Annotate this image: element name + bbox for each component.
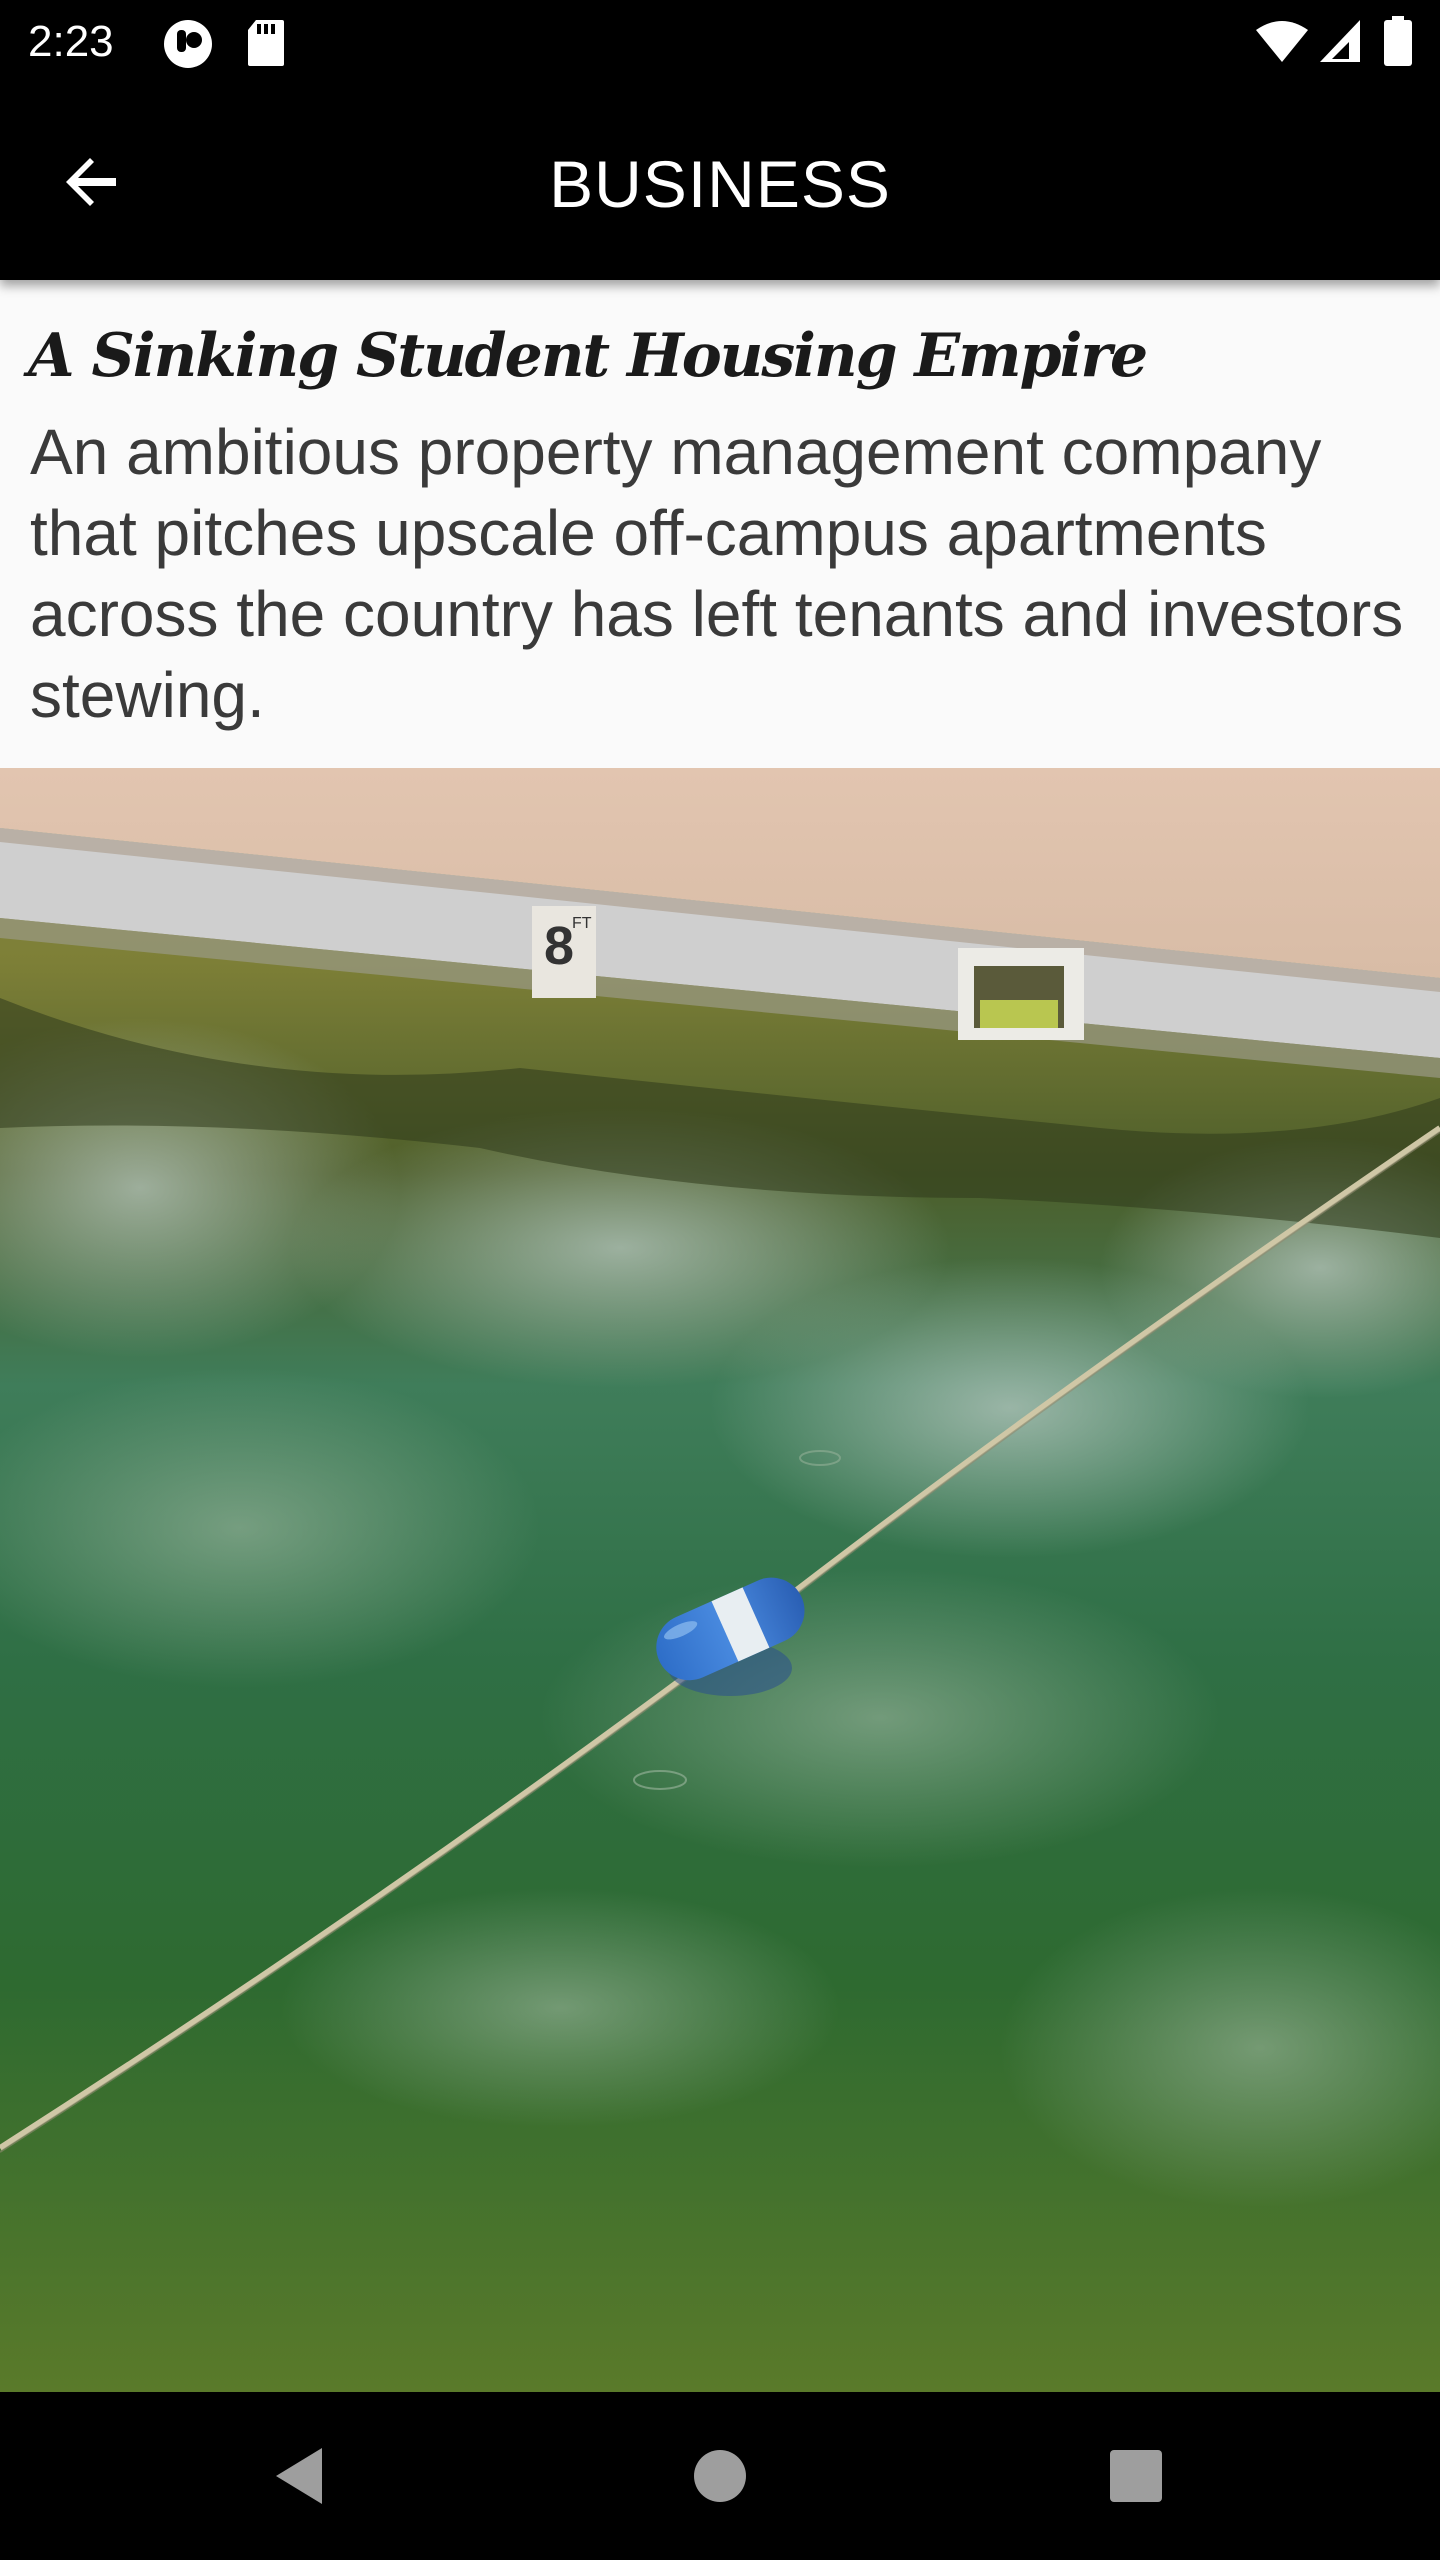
app-bar: BUSINESS	[0, 84, 1440, 280]
wifi-icon	[1256, 21, 1308, 62]
article-headline[interactable]: A Sinking Student Housing Empire	[28, 318, 1412, 394]
back-triangle-icon	[276, 2448, 322, 2504]
battery-icon	[1384, 16, 1412, 66]
depth-marker-unit: FT	[572, 915, 592, 932]
article-header[interactable]: A Sinking Student Housing Empire An ambi…	[0, 280, 1440, 768]
nav-recents-button[interactable]	[1096, 2436, 1176, 2516]
home-circle-icon	[694, 2450, 746, 2502]
article-screen: 2:23 BUSINESS A Sinking Student Housing …	[0, 0, 1440, 2560]
system-nav-bar	[0, 2392, 1440, 2560]
sd-card-icon	[248, 20, 284, 66]
cell-signal-icon	[1320, 20, 1360, 62]
section-title: BUSINESS	[549, 147, 891, 221]
article-summary: An ambitious property management company…	[30, 416, 1404, 731]
status-time: 2:23	[28, 17, 114, 66]
nav-back-button[interactable]	[260, 2436, 340, 2516]
nav-home-button[interactable]	[680, 2436, 760, 2516]
depth-marker-number: 8	[544, 916, 574, 976]
pool-photo: 8 FT	[0, 768, 1440, 2392]
status-bar: 2:23	[0, 0, 1440, 84]
article-image[interactable]: 8 FT	[0, 768, 1440, 2392]
recents-square-icon	[1110, 2450, 1162, 2502]
media-app-icon	[164, 20, 212, 68]
